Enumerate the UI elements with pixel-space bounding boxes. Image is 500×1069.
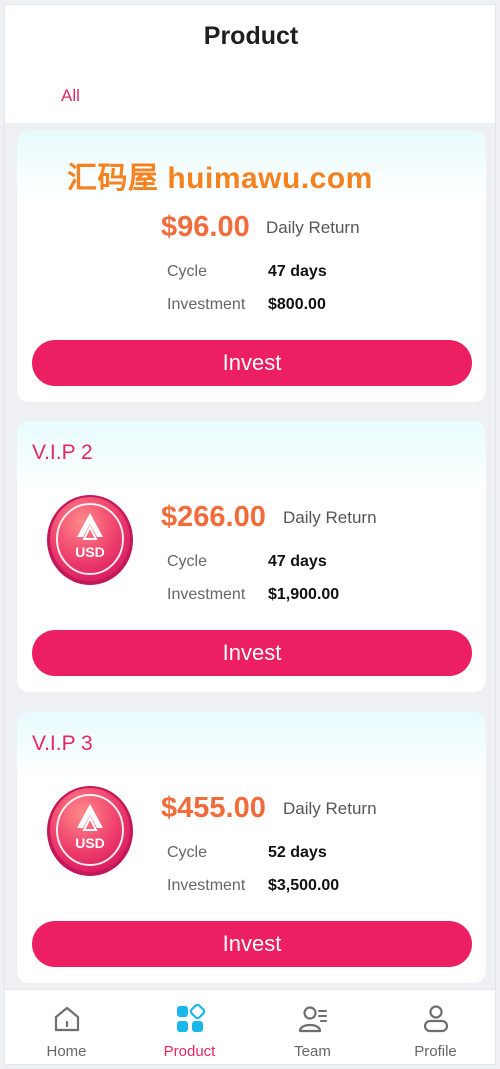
- daily-return-amount: $266.00: [161, 501, 266, 533]
- tab-team[interactable]: Team: [251, 990, 374, 1064]
- product-card: V.I.P 2 USD $266.00 Daily Return Cycle 4…: [17, 421, 486, 692]
- investment-value: $1,900.00: [268, 586, 340, 603]
- daily-return-label: Daily Return: [266, 218, 360, 237]
- team-icon: [298, 1006, 327, 1033]
- investment-label: Investment: [167, 586, 246, 603]
- investment-label: Investment: [167, 296, 246, 313]
- svg-text:USD: USD: [75, 835, 105, 851]
- grid-icon: [177, 1004, 205, 1032]
- invest-button[interactable]: Invest: [32, 630, 472, 676]
- tab-product[interactable]: Product: [128, 990, 251, 1064]
- cycle-value: 47 days: [268, 263, 327, 280]
- daily-return-label: Daily Return: [283, 799, 377, 818]
- invest-button[interactable]: Invest: [32, 340, 472, 386]
- usd-coin-icon: USD: [47, 495, 133, 585]
- home-icon: [54, 1006, 80, 1032]
- app-frame: Product All 汇码屋 huimawu.com $96.00 Daily…: [4, 4, 496, 1065]
- vip-level: V.I.P 3: [32, 732, 93, 755]
- usd-coin-icon: USD: [47, 786, 133, 876]
- cycle-label: Cycle: [167, 553, 208, 570]
- tab-label: Product: [163, 1043, 216, 1060]
- tab-label: Profile: [414, 1043, 457, 1060]
- invest-button[interactable]: Invest: [32, 921, 472, 967]
- product-card: V.I.P 3 USD $455.00 Daily Return Cycle 5…: [17, 712, 486, 983]
- daily-return-amount: $96.00: [161, 211, 250, 243]
- investment-value: $3,500.00: [268, 877, 340, 894]
- investment-value: $800.00: [268, 296, 326, 313]
- cycle-label: Cycle: [167, 263, 208, 280]
- svg-text:USD: USD: [75, 544, 105, 560]
- watermark: 汇码屋 huimawu.com: [67, 162, 373, 195]
- tab-label: Home: [46, 1043, 87, 1060]
- vip-level: V.I.P 2: [32, 441, 93, 464]
- daily-return-label: Daily Return: [283, 508, 377, 527]
- cycle-value: 52 days: [268, 844, 327, 861]
- header: Product All: [5, 5, 495, 123]
- profile-icon: [423, 1005, 449, 1033]
- tab-profile[interactable]: Profile: [374, 990, 495, 1064]
- cycle-value: 47 days: [268, 553, 327, 570]
- filter-tab-all[interactable]: All: [61, 86, 80, 106]
- bottom-tab-bar: Home Product Team Profile: [5, 989, 495, 1064]
- page-title: Product: [203, 22, 299, 50]
- cycle-label: Cycle: [167, 844, 208, 861]
- product-card: 汇码屋 huimawu.com $96.00 Daily Return Cycl…: [17, 131, 486, 402]
- tab-label: Team: [294, 1043, 331, 1060]
- tab-home[interactable]: Home: [5, 990, 128, 1064]
- daily-return-amount: $455.00: [161, 792, 266, 824]
- investment-label: Investment: [167, 877, 246, 894]
